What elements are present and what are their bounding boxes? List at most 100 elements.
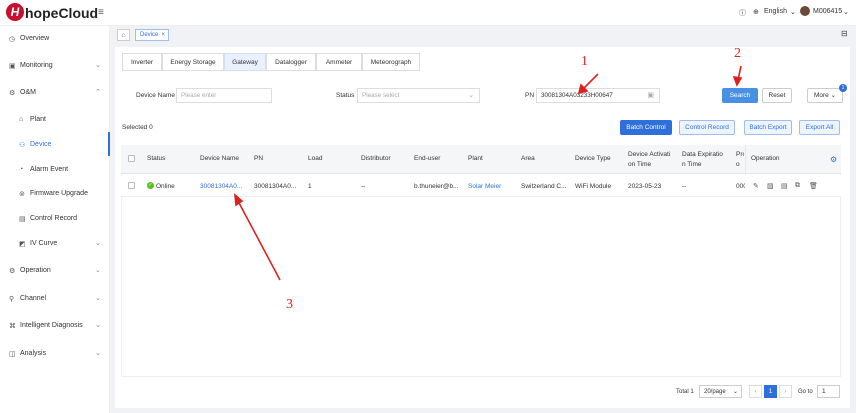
delete-icon[interactable]: 🗑 xyxy=(809,182,818,190)
chevron-down-icon: ⌄ xyxy=(95,240,101,247)
row-checkbox[interactable] xyxy=(128,182,135,189)
scan-icon[interactable]: ▣ xyxy=(647,89,654,103)
plant-icon: ⌂ xyxy=(19,116,24,123)
firmware-icon: ⊚ xyxy=(19,191,25,198)
user-name[interactable]: M006415 xyxy=(813,8,842,15)
chevron-down-icon: ⌄ xyxy=(95,322,101,329)
om-icon: ⚙ xyxy=(9,90,16,97)
annotation-number-2: 2 xyxy=(734,46,741,61)
page-number-current[interactable]: 1 xyxy=(764,385,777,398)
device-name-label: Device Name xyxy=(136,92,176,99)
header-distributor: Distributor xyxy=(361,155,391,162)
cell-activation-time: 2023-05-23 xyxy=(628,183,662,190)
lock-icon[interactable]: ⊟ xyxy=(841,29,848,38)
export-all-button[interactable]: Export All xyxy=(799,120,840,135)
search-button[interactable]: Search xyxy=(722,88,758,103)
cell-plant-link[interactable]: Solar Meier xyxy=(468,183,501,190)
tab-inverter[interactable]: Inverter xyxy=(122,53,162,71)
page-size-select[interactable]: 20/page ⌄ xyxy=(699,385,742,398)
header-operation: Operation xyxy=(751,155,780,162)
reset-button[interactable]: Reset xyxy=(762,88,792,103)
cell-distributor: -- xyxy=(361,183,366,190)
language-select[interactable]: English xyxy=(764,8,787,15)
cell-load: 1 xyxy=(308,183,312,190)
chevron-down-icon: ⌄ xyxy=(95,295,101,302)
close-icon[interactable]: × xyxy=(161,30,165,41)
batch-export-button[interactable]: Batch Export xyxy=(744,120,792,135)
header-pro: Pro o xyxy=(736,151,744,168)
more-badge: 1 xyxy=(839,84,847,92)
sidebar-item-operation[interactable]: ⚙ Operation ⌄ xyxy=(0,265,110,279)
header-pn: PN xyxy=(254,155,264,162)
diagnosis-icon: ⌘ xyxy=(9,323,16,330)
header-status: Status xyxy=(147,155,166,162)
sidebar-item-plant[interactable]: ⌂ Plant xyxy=(0,114,110,128)
header-device-name: Device Name xyxy=(200,155,240,162)
sidebar-item-om[interactable]: ⚙ O&M ⌃ xyxy=(0,87,110,101)
tab-meteorograph[interactable]: Meteorograph xyxy=(362,53,420,71)
chevron-down-icon: ⌄ xyxy=(732,389,738,395)
sidebar-item-device[interactable]: ⚇ Device xyxy=(0,139,110,153)
status-select[interactable]: Please select ⌄ xyxy=(357,88,480,103)
top-bar xyxy=(0,0,856,26)
image-icon[interactable]: ▨ xyxy=(767,182,774,190)
page-size-label: 20/page xyxy=(704,389,726,395)
logo-icon: H xyxy=(6,3,24,21)
home-icon[interactable]: ⌂ xyxy=(117,29,130,41)
sidebar-item-channel[interactable]: ⚲ Channel ⌄ xyxy=(0,293,110,307)
tab-datalogger[interactable]: Datalogger xyxy=(266,53,316,71)
goto-input[interactable]: 1 xyxy=(817,385,840,398)
annotation-number-3: 3 xyxy=(286,297,293,312)
pn-input[interactable]: 30081304A03233H00647 ▣ xyxy=(536,88,660,103)
tab-ammeter[interactable]: Ammeter xyxy=(316,53,362,71)
sidebar-item-alarm-event[interactable]: ◔ Alarm Event xyxy=(0,164,110,178)
chevron-down-icon: ⌄ xyxy=(95,62,101,69)
sidebar-item-firmware-upgrade[interactable]: ⊚ Firmware Upgrade xyxy=(0,188,110,202)
cell-device-name-link[interactable]: 30081304A0... xyxy=(200,183,242,190)
check-circle-icon: ✓ xyxy=(147,182,154,189)
help-icon[interactable]: ⓘ xyxy=(739,8,746,18)
sidebar-item-intelligent-diagnosis[interactable]: ⌘ Intelligent Diagnosis ⌄ xyxy=(0,320,110,334)
goto-label: Go to xyxy=(798,389,813,395)
operation-icon: ⚙ xyxy=(9,268,16,275)
curve-icon: ◩ xyxy=(19,241,26,248)
header-area: Area xyxy=(521,155,535,162)
selected-count: Selected 0 xyxy=(122,124,153,131)
copy-icon[interactable]: ⧉ xyxy=(795,182,800,190)
chevron-down-icon: ⌄ xyxy=(95,350,101,357)
edit-icon[interactable]: ✎ xyxy=(753,182,759,190)
sidebar-item-iv-curve[interactable]: ◩ IV Curve ⌄ xyxy=(0,238,110,252)
tab-energy-storage[interactable]: Energy Storage xyxy=(162,53,224,71)
breadcrumb-tag-device[interactable]: Device × xyxy=(135,29,169,41)
sidebar-item-monitoring[interactable]: ▣ Monitoring ⌄ xyxy=(0,60,110,74)
alarm-icon: ◔ xyxy=(19,166,24,173)
cell-expiration-time: -- xyxy=(682,183,687,190)
tab-gateway[interactable]: Gateway xyxy=(224,53,266,71)
batch-control-button[interactable]: Batch Control xyxy=(620,120,672,135)
gear-icon[interactable]: ⚙ xyxy=(830,155,837,164)
status-label: Status xyxy=(336,92,355,99)
cell-area: Switzerland C... xyxy=(521,183,567,190)
device-icon: ⚇ xyxy=(19,142,26,149)
sidebar-item-control-record[interactable]: ▤ Control Record xyxy=(0,213,110,227)
header-activation-time: Device Activati on Time xyxy=(628,151,671,168)
monitor-icon: ▣ xyxy=(9,63,16,70)
sidebar-item-overview[interactable]: ◷ Overview xyxy=(0,33,110,47)
more-label: More xyxy=(813,92,829,99)
more-button[interactable]: More ⌄ xyxy=(807,88,843,103)
document-icon[interactable]: ▤ xyxy=(781,182,788,190)
sidebar-item-analysis[interactable]: ◫ Analysis ⌄ xyxy=(0,348,110,362)
status-placeholder: Please select xyxy=(362,92,400,99)
header-end-user: End-user xyxy=(414,155,441,162)
header-plant: Plant xyxy=(468,155,483,162)
cell-pro: 000 xyxy=(736,183,745,190)
control-record-button[interactable]: Control Record xyxy=(679,120,735,135)
prev-page-button[interactable]: ‹ xyxy=(749,385,762,398)
avatar[interactable] xyxy=(800,6,810,16)
select-all-checkbox[interactable] xyxy=(128,155,135,162)
next-page-button[interactable]: › xyxy=(779,385,792,398)
globe-icon[interactable]: ⊕ xyxy=(753,8,759,16)
tag-label: Device xyxy=(140,32,159,38)
menu-toggle-icon[interactable]: ≡ xyxy=(98,7,104,18)
device-name-input[interactable]: Please enter xyxy=(176,88,272,103)
